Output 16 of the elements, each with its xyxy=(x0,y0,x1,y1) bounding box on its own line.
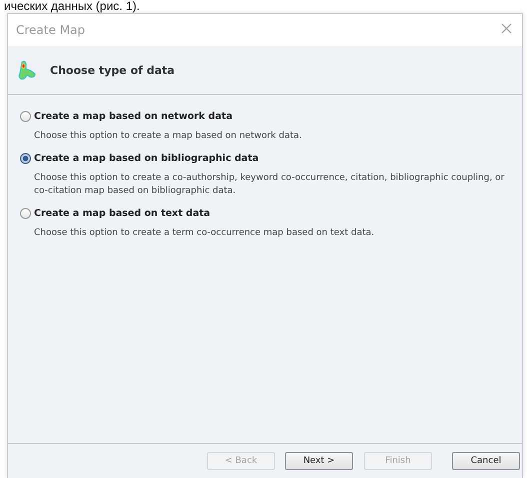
header-title: Choose type of data xyxy=(50,64,175,76)
document-text: ических данных (рис. 1). xyxy=(3,0,141,13)
close-icon xyxy=(501,23,512,34)
dialog-button[interactable]: Next > xyxy=(285,452,353,470)
option-description: Choose this option to create a map based on network data. xyxy=(33,130,303,143)
radio-option[interactable]: Create a map based on text data xyxy=(20,208,512,219)
dialog-button[interactable]: Cancel xyxy=(452,452,520,470)
map-logo-icon xyxy=(18,60,36,80)
option-description: Choose this option to create a term co-occurrence map based on text data. xyxy=(33,227,376,240)
radio-button[interactable] xyxy=(20,153,31,164)
radio-option[interactable]: Create a map based on bibliographic data xyxy=(20,153,512,164)
radio-option[interactable]: Create a map based on network data xyxy=(20,111,512,122)
radio-button[interactable] xyxy=(20,111,31,122)
option-description: Choose this option to create a co-authorship, keyword co-occurrence, citation, bibliographic coupling, or co-citation map based on bibliographic data. xyxy=(33,172,506,198)
window-title: Create Map xyxy=(16,23,86,37)
radio-button[interactable] xyxy=(20,208,31,219)
